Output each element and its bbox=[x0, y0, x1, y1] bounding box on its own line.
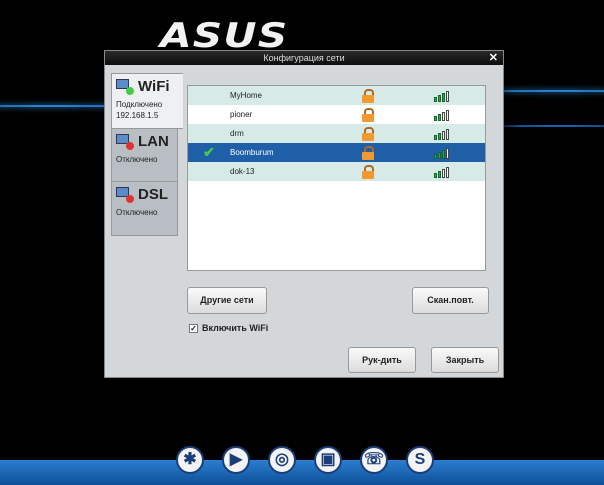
network-row[interactable]: dok-13 bbox=[188, 162, 485, 181]
network-row[interactable]: drm bbox=[188, 124, 485, 143]
wifi-ip: 192.168.1.5 bbox=[116, 111, 159, 120]
lock-icon bbox=[362, 145, 374, 160]
close-icon[interactable]: ✕ bbox=[489, 51, 498, 65]
checkbox-box[interactable]: ✓ bbox=[189, 323, 198, 333]
rescan-button[interactable]: Скан.повт. bbox=[412, 287, 489, 314]
tab-dsl[interactable]: DSL Отключено bbox=[111, 181, 178, 236]
lan-status: Отключено bbox=[116, 155, 158, 164]
signal-strength-icon bbox=[434, 147, 449, 159]
dialog-titlebar: Конфигурация сети ✕ bbox=[105, 51, 503, 65]
network-disconnected-icon bbox=[116, 186, 134, 203]
lock-icon bbox=[362, 126, 374, 141]
media-player-icon[interactable]: ▶ bbox=[222, 446, 250, 474]
dialog-title: Конфигурация сети bbox=[263, 53, 345, 63]
decor-line bbox=[490, 90, 604, 92]
wifi-status: Подключено bbox=[116, 100, 163, 109]
signal-strength-icon bbox=[434, 109, 449, 121]
network-row[interactable]: pioner bbox=[188, 105, 485, 124]
network-ssid: pioner bbox=[230, 110, 253, 119]
tab-wifi[interactable]: WiFi Подключено 192.168.1.5 bbox=[111, 73, 183, 129]
network-ssid: Boomburum bbox=[230, 148, 274, 157]
checkmark-icon: ✔ bbox=[203, 144, 215, 160]
signal-strength-icon bbox=[434, 166, 449, 178]
network-row[interactable]: ✔ Boomburum bbox=[188, 143, 485, 162]
chat-icon[interactable]: ☏ bbox=[360, 446, 388, 474]
network-connected-icon bbox=[116, 78, 134, 95]
tab-label: WiFi bbox=[138, 78, 170, 95]
photo-icon[interactable]: ▣ bbox=[314, 446, 342, 474]
signal-strength-icon bbox=[434, 90, 449, 102]
enable-wifi-checkbox[interactable]: ✓ Включить WiFi bbox=[189, 323, 268, 333]
network-ssid: drm bbox=[230, 129, 244, 138]
network-ssid: dok-13 bbox=[230, 167, 255, 176]
signal-strength-icon bbox=[434, 128, 449, 140]
other-networks-button[interactable]: Другие сети bbox=[187, 287, 267, 314]
decor-line bbox=[500, 125, 604, 127]
network-ssid: MyHome bbox=[230, 91, 263, 100]
game-icon[interactable]: ◎ bbox=[268, 446, 296, 474]
enable-wifi-label: Включить WiFi bbox=[202, 323, 269, 333]
network-config-dialog: Конфигурация сети ✕ WiFi Подключено 192.1… bbox=[104, 50, 504, 378]
network-list: MyHome pioner drm ✔ Boomburum dok-13 bbox=[187, 85, 486, 271]
taskbar bbox=[0, 460, 604, 485]
manual-button[interactable]: Рук-дить bbox=[348, 347, 416, 373]
tab-lan[interactable]: LAN Отключено bbox=[111, 128, 178, 182]
close-button[interactable]: Закрыть bbox=[431, 347, 499, 373]
tab-label: LAN bbox=[138, 133, 169, 150]
network-row[interactable]: MyHome bbox=[188, 86, 485, 105]
skype-icon[interactable]: S bbox=[406, 446, 434, 474]
network-disconnected-icon bbox=[116, 133, 134, 150]
lock-icon bbox=[362, 88, 374, 103]
asterisk-icon[interactable]: ✱ bbox=[176, 446, 204, 474]
lock-icon bbox=[362, 107, 374, 122]
tab-label: DSL bbox=[138, 186, 168, 203]
lock-icon bbox=[362, 164, 374, 179]
dsl-status: Отключено bbox=[116, 208, 158, 217]
